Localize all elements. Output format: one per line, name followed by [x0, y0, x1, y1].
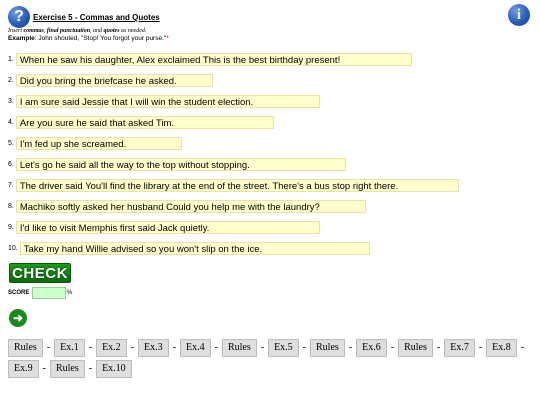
question-number: 7.: [8, 182, 14, 190]
score-field: [32, 287, 66, 299]
answer-field[interactable]: I'd like to visit Memphis first said Jac…: [15, 221, 320, 235]
question-row: 7. The driver said You'll find the librar…: [8, 177, 459, 193]
nav-separator: -: [302, 342, 307, 354]
question-row: 6. Let's go he said all the way to the to…: [8, 156, 346, 172]
answer-field[interactable]: I am sure said Jessie that I will win th…: [15, 95, 320, 109]
nav-tab[interactable]: Rules: [310, 338, 345, 357]
score-percent: %: [67, 290, 73, 296]
nav-separator: -: [390, 342, 395, 354]
next-arrow-icon[interactable]: ➜: [9, 309, 27, 327]
question-row: 5. I'm fed up she screamed.: [8, 135, 182, 151]
nav-separator: -: [46, 342, 51, 354]
answer-field[interactable]: When he saw his daughter, Alex exclaimed…: [15, 53, 412, 67]
question-number: 5.: [8, 140, 14, 148]
answer-field[interactable]: Take my hand Willie advised so you won't…: [19, 242, 370, 256]
nav-tab[interactable]: Ex.5: [268, 338, 299, 357]
nav-separator: -: [260, 342, 265, 354]
question-row: 8. Machiko softly asked her husband Could…: [8, 198, 366, 214]
exercise-nav: Rules - Ex.1- Ex.2- Ex.3- Ex.4- Rules - Ex.5- Rul…: [8, 337, 536, 379]
question-row: 4. Are you sure he said that asked Tim.: [8, 114, 274, 130]
info-icon[interactable]: i: [508, 4, 530, 26]
nav-tab[interactable]: Rules: [49, 359, 85, 378]
question-row: 10. Take my hand Willie advised so you wo…: [8, 240, 370, 256]
nav-tab[interactable]: Rules: [8, 338, 43, 357]
question-row: 2. Did you bring the briefcase he asked.: [8, 72, 213, 88]
answer-field[interactable]: Let's go he said all the way to the top …: [15, 158, 346, 172]
instruction-final-punctuation: final punctuation: [46, 28, 91, 34]
answer-field[interactable]: The driver said You'll find the library …: [15, 179, 459, 193]
exercise-title: Exercise 5 - Commas and Quotes: [33, 13, 160, 22]
answer-field[interactable]: Did you bring the briefcase he asked.: [15, 74, 213, 88]
example-marker: *: [166, 35, 169, 42]
instructions: Insert commas, final punctuation, and qu…: [8, 28, 147, 34]
nav-separator: -: [172, 342, 176, 354]
question-row: 9. I'd like to visit Memphis first said J…: [8, 219, 320, 235]
question-number: 2.: [8, 77, 14, 85]
example-line: Example: John shouted, "Stop! You forgot…: [8, 35, 169, 42]
question-row: 3. I am sure said Jessie that I will win …: [8, 93, 320, 109]
question-number: 1.: [8, 56, 14, 64]
answer-field[interactable]: I'm fed up she screamed.: [15, 137, 182, 151]
question-row: 1. When he saw his daughter, Alex exclaim…: [8, 51, 412, 67]
answer-field[interactable]: Machiko softly asked her husband Could y…: [15, 200, 366, 214]
nav-separator: -: [478, 342, 483, 354]
nav-tab[interactable]: Ex.10: [96, 359, 132, 378]
example-text: : John shouted, "Stop! You forgot your p…: [34, 35, 167, 42]
example-label: Example: [8, 35, 35, 42]
nav-tab[interactable]: Ex.1: [54, 338, 85, 357]
answer-field[interactable]: Are you sure he said that asked Tim.: [15, 116, 274, 130]
nav-separator: -: [42, 363, 46, 375]
nav-separator: -: [520, 342, 525, 354]
nav-tab[interactable]: Ex.7: [444, 338, 475, 357]
nav-tab[interactable]: Rules: [398, 338, 433, 357]
nav-separator: -: [88, 342, 93, 354]
instruction-quotes: quotes: [103, 28, 120, 34]
nav-separator: -: [214, 342, 218, 354]
nav-tab[interactable]: Rules: [221, 338, 257, 357]
question-number: 10.: [8, 245, 18, 253]
nav-tab[interactable]: Ex.4: [179, 338, 211, 357]
nav-separator: -: [348, 342, 353, 354]
question-number: 3.: [8, 98, 14, 106]
instruction-commas: commas: [23, 28, 44, 34]
question-number: 8.: [8, 203, 14, 211]
question-number: 9.: [8, 224, 14, 232]
nav-separator: -: [88, 363, 93, 375]
nav-tab[interactable]: Ex.9: [8, 359, 39, 378]
nav-separator: -: [436, 342, 441, 354]
nav-tab[interactable]: Ex.6: [356, 338, 387, 357]
nav-separator: -: [130, 342, 135, 354]
help-icon[interactable]: ?: [8, 6, 30, 28]
score-label: SCORE: [8, 290, 30, 296]
check-button[interactable]: CHECK: [9, 263, 71, 283]
nav-tab[interactable]: Ex.3: [138, 338, 169, 357]
question-number: 4.: [8, 119, 14, 127]
question-number: 6.: [8, 161, 14, 169]
nav-tab[interactable]: Ex.8: [486, 338, 517, 357]
nav-tab[interactable]: Ex.2: [96, 338, 127, 357]
